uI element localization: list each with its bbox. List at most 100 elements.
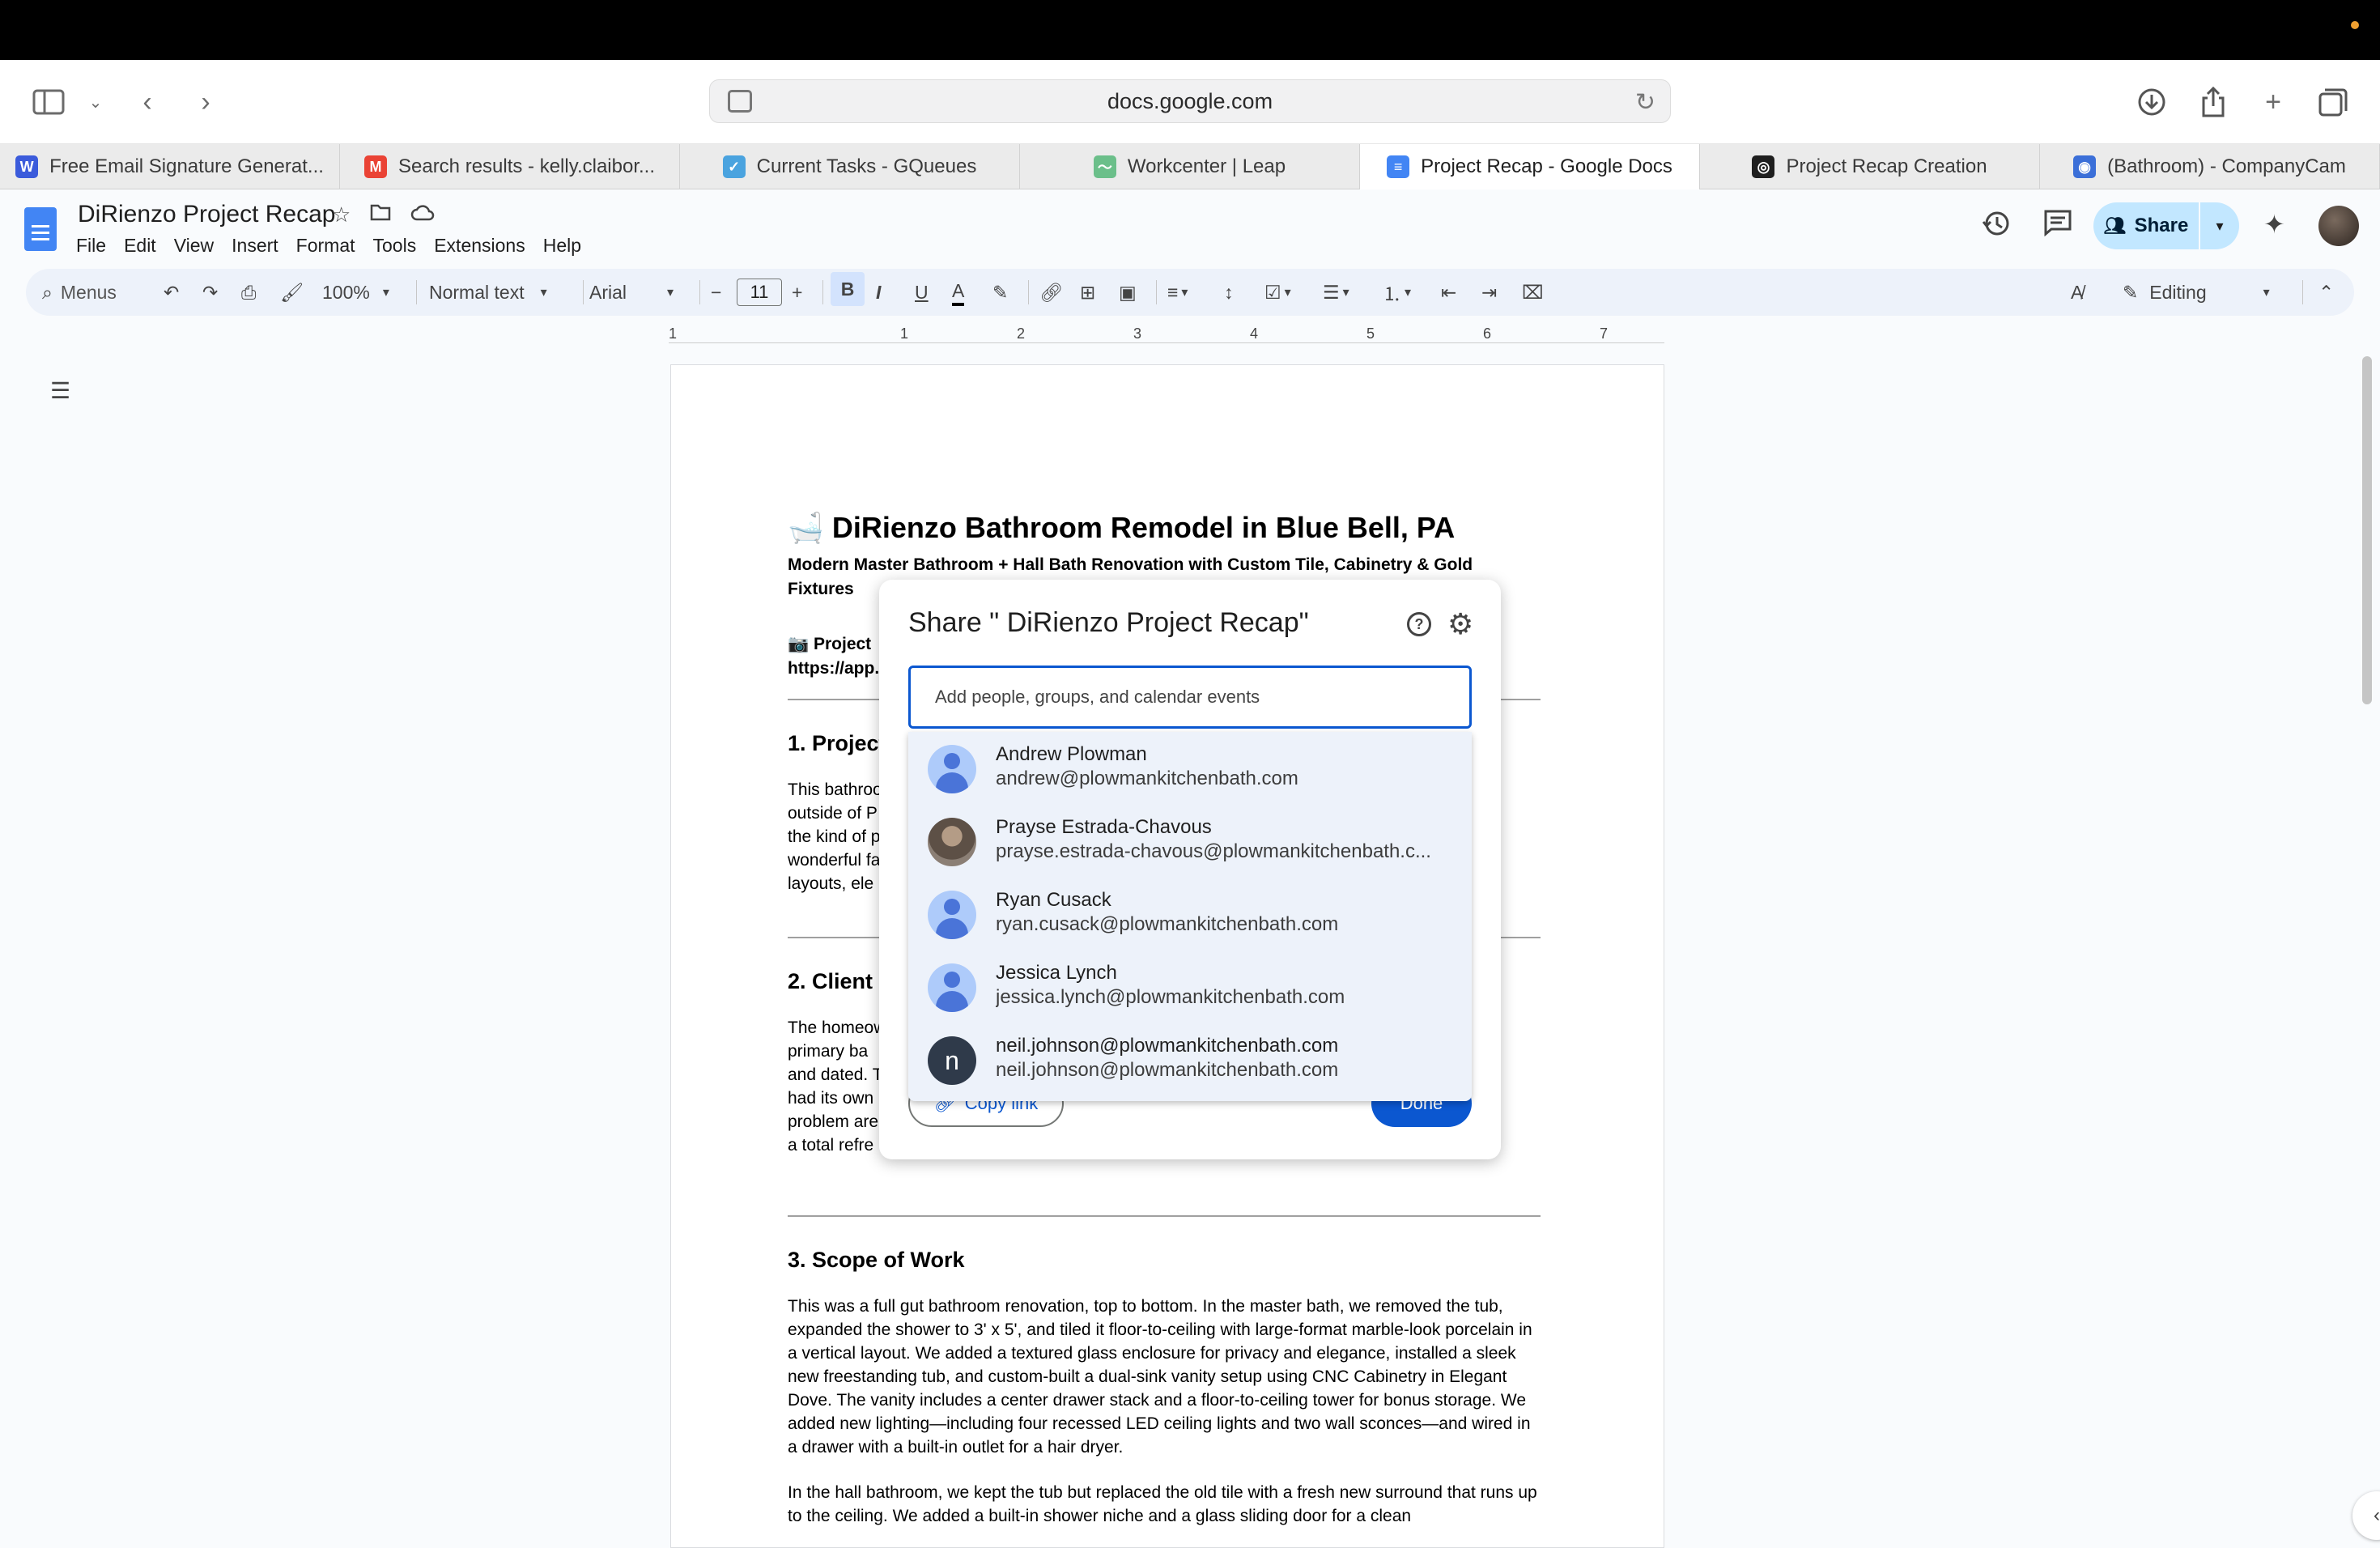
align-icon[interactable]: ≡ ▾ xyxy=(1167,279,1188,306)
tab-overview-icon[interactable] xyxy=(2315,84,2351,120)
document-title[interactable]: DiRienzo Project Recap xyxy=(78,201,335,228)
downloads-icon[interactable] xyxy=(2134,84,2170,120)
suggestion-item[interactable]: Ryan Cusack ryan.cusack@plowmankitchenbat… xyxy=(908,878,1472,950)
ruler-mark: 6 xyxy=(1483,325,1492,342)
menu-tools[interactable]: Tools xyxy=(373,235,417,257)
vertical-scrollbar[interactable] xyxy=(2362,356,2372,704)
avatar xyxy=(928,891,976,939)
document-outline-icon[interactable]: ☰ xyxy=(50,377,70,404)
move-folder-icon[interactable] xyxy=(370,202,391,228)
suggestion-name: Ryan Cusack xyxy=(996,889,1111,911)
suggestion-name: Prayse Estrada-Chavous xyxy=(996,816,1212,838)
underline-icon[interactable]: U xyxy=(915,279,929,306)
google-docs-icon: ≡ xyxy=(1387,155,1410,178)
project-link[interactable]: https://app. xyxy=(788,657,879,681)
gqueues-icon: ✓ xyxy=(722,155,746,178)
decrease-font-size-icon[interactable]: − xyxy=(711,279,721,306)
chevron-down-icon[interactable]: ⌄ xyxy=(78,84,113,120)
gear-icon[interactable]: ⚙ xyxy=(1447,607,1473,641)
share-button[interactable]: 👥︎ Share xyxy=(2093,202,2199,249)
google-docs-logo-icon[interactable] xyxy=(24,207,57,251)
spelling-icon[interactable]: A̸ xyxy=(2071,279,2083,306)
menu-edit[interactable]: Edit xyxy=(124,235,156,257)
font-select[interactable]: Arial ▾ xyxy=(589,279,674,306)
text-color-icon[interactable]: A xyxy=(952,279,965,306)
suggestion-item[interactable]: Prayse Estrada-Chavous prayse.estrada-cha… xyxy=(908,805,1472,878)
ruler-mark: 2 xyxy=(1017,325,1026,342)
menu-insert[interactable]: Insert xyxy=(232,235,278,257)
browser-tab[interactable]: W Free Email Signature Generat... xyxy=(0,144,340,189)
add-people-input[interactable]: Add people, groups, and calendar events xyxy=(908,666,1472,729)
decrease-indent-icon[interactable]: ⇤ xyxy=(1441,279,1456,306)
clear-formatting-icon[interactable]: ⌧ xyxy=(1522,279,1544,306)
bold-icon[interactable]: B xyxy=(831,272,865,306)
suggestion-item[interactable]: n neil.johnson@plowmankitchenbath.com neil… xyxy=(908,1023,1472,1096)
browser-tab[interactable]: ◉ (Bathroom) - CompanyCam xyxy=(2040,144,2380,189)
menu-extensions[interactable]: Extensions xyxy=(434,235,525,257)
menu-format[interactable]: Format xyxy=(296,235,355,257)
menu-file[interactable]: File xyxy=(76,235,106,257)
font-size-input[interactable]: 11 xyxy=(737,279,782,306)
suggestion-name: Andrew Plowman xyxy=(996,743,1147,765)
version-history-icon[interactable] xyxy=(1982,209,2011,245)
address-bar[interactable]: docs.google.com ↻ xyxy=(709,79,1671,123)
hide-menus-icon[interactable]: ⌃ xyxy=(2318,279,2334,306)
section3-heading: 3. Scope of Work xyxy=(788,1248,965,1272)
back-icon[interactable]: ‹ xyxy=(130,84,165,120)
account-avatar[interactable] xyxy=(2318,206,2359,246)
help-icon[interactable]: ? xyxy=(1407,612,1431,636)
gemini-icon[interactable]: ✦ xyxy=(2263,209,2285,240)
side-panel-toggle-icon[interactable]: ‹ xyxy=(2352,1491,2380,1540)
tab-label: Workcenter | Leap xyxy=(1127,155,1286,177)
browser-tab[interactable]: ◎ Project Recap Creation xyxy=(1700,144,2040,189)
forward-icon[interactable]: › xyxy=(188,84,223,120)
reload-icon[interactable]: ↻ xyxy=(1635,88,1655,117)
tab-label: Search results - kelly.claibor... xyxy=(397,155,655,177)
browser-tab[interactable]: M Search results - kelly.claibor... xyxy=(340,144,680,189)
suggestion-item[interactable]: Andrew Plowman andrew@plowmankitchenbath.… xyxy=(908,732,1472,805)
suggestion-name: Jessica Lynch xyxy=(996,962,1117,984)
bulleted-list-icon[interactable]: ☰ ▾ xyxy=(1323,279,1349,306)
suggestion-name: neil.johnson@plowmankitchenbath.com xyxy=(996,1035,1339,1057)
docs-menubar: File Edit View Insert Format Tools Extensions H… xyxy=(76,235,581,257)
paint-format-icon[interactable]: 🖌︎ xyxy=(280,279,304,306)
redo-icon[interactable]: ↷ xyxy=(202,279,218,306)
ruler[interactable]: 1 1 2 3 4 5 6 7 xyxy=(669,325,1664,343)
line-spacing-icon[interactable]: ↕ xyxy=(1224,279,1234,306)
numbered-list-icon[interactable]: ⒈ ▾ xyxy=(1383,279,1411,306)
ruler-mark: 7 xyxy=(1600,325,1609,342)
cloud-saved-icon[interactable] xyxy=(410,202,435,228)
browser-tab[interactable]: 〜 Workcenter | Leap xyxy=(1020,144,1360,189)
avatar xyxy=(928,963,976,1012)
menu-view[interactable]: View xyxy=(174,235,214,257)
suggestion-item[interactable]: Jessica Lynch jessica.lynch@plowmankitche… xyxy=(908,950,1472,1023)
editing-mode-select[interactable]: ✎ Editing ▾ xyxy=(2123,279,2270,306)
browser-tab[interactable]: ✓ Current Tasks - GQueues xyxy=(680,144,1020,189)
tab-label: Free Email Signature Generat... xyxy=(49,155,324,177)
new-tab-icon[interactable]: + xyxy=(2255,84,2291,120)
undo-icon[interactable]: ↶ xyxy=(164,279,179,306)
people-icon: 👥︎ xyxy=(2103,215,2127,236)
suggestion-email: ryan.cusack@plowmankitchenbath.com xyxy=(996,913,1339,935)
highlight-color-icon[interactable]: ✎ xyxy=(992,279,1008,306)
page-settings-icon[interactable] xyxy=(728,90,752,113)
share-page-icon[interactable] xyxy=(2195,84,2231,120)
comments-icon[interactable] xyxy=(2043,209,2072,244)
star-icon[interactable]: ☆ xyxy=(332,202,351,228)
insert-image-icon[interactable]: ▣ xyxy=(1119,279,1137,306)
zoom-select[interactable]: 100% ▾ xyxy=(322,279,389,306)
share-dropdown-button[interactable]: ▾ xyxy=(2200,202,2239,249)
increase-indent-icon[interactable]: ⇥ xyxy=(1481,279,1497,306)
search-menus[interactable]: ⌕ Menus xyxy=(42,279,117,306)
increase-font-size-icon[interactable]: + xyxy=(792,279,802,306)
tab-label: Project Recap - Google Docs xyxy=(1421,155,1672,177)
sidebar-toggle-icon[interactable] xyxy=(31,84,66,120)
menu-help[interactable]: Help xyxy=(543,235,581,257)
browser-tab[interactable]: ≡ Project Recap - Google Docs xyxy=(1360,144,1700,189)
checklist-icon[interactable]: ☑ ▾ xyxy=(1264,279,1291,306)
add-comment-icon[interactable]: ⊞ xyxy=(1080,279,1095,306)
paragraph-style-select[interactable]: Normal text ▾ xyxy=(429,279,547,306)
italic-icon[interactable]: I xyxy=(876,279,881,306)
print-icon[interactable]: ⎙ xyxy=(241,279,256,306)
insert-link-icon[interactable]: 🔗︎ xyxy=(1039,279,1063,306)
